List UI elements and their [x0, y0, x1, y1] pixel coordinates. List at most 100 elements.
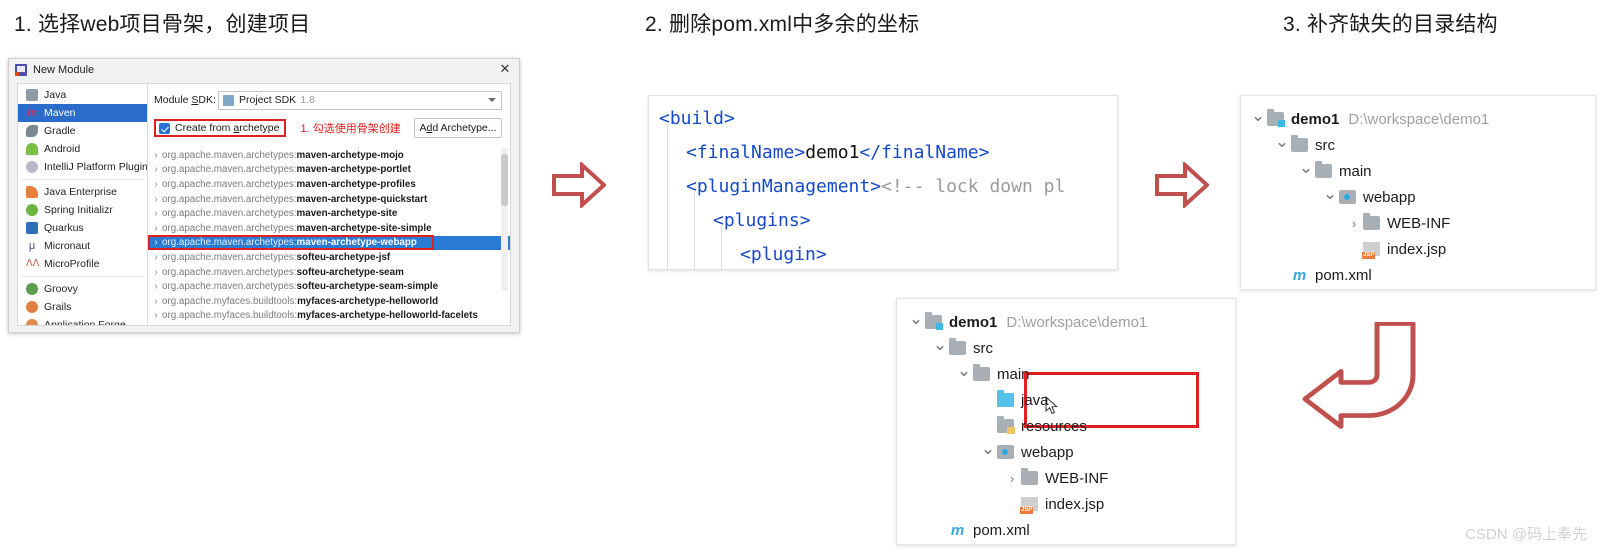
- category-item-label: Spring Initializr: [44, 204, 113, 216]
- chevron-right-icon[interactable]: ›: [150, 164, 162, 175]
- category-item-java-enterprise[interactable]: Java Enterprise: [18, 183, 147, 201]
- spring-icon: [26, 204, 38, 216]
- tree-node-label: main: [1339, 162, 1372, 180]
- chevron-right-icon[interactable]: ›: [150, 252, 162, 263]
- close-icon[interactable]: ✕: [497, 61, 513, 77]
- category-item-quarkus[interactable]: Quarkus: [18, 219, 147, 237]
- tree-node-label: src: [1315, 136, 1335, 154]
- create-from-archetype-checkbox[interactable]: [159, 122, 170, 134]
- category-item-intellij-platform-plugin[interactable]: IntelliJ Platform Plugin: [18, 158, 147, 176]
- category-item-android[interactable]: Android: [18, 140, 147, 158]
- archetype-group-id: org.apache.maven.archetypes:: [162, 237, 297, 249]
- tree-node-src[interactable]: ⌄ src: [931, 335, 993, 361]
- archetype-group-id: org.apache.maven.archetypes:: [162, 281, 297, 293]
- chevron-down-icon[interactable]: ⌄: [1273, 132, 1291, 152]
- archetype-artifact-id: maven-archetype-webapp: [296, 237, 417, 249]
- archetype-row[interactable]: › org.apache.maven.archetypes: softeu-arch…: [148, 279, 510, 294]
- chevron-right-icon[interactable]: ›: [150, 267, 162, 278]
- chevron-right-icon[interactable]: ›: [150, 150, 162, 161]
- chevron-right-icon[interactable]: ›: [150, 310, 162, 321]
- tree-node-label: demo1: [1291, 110, 1340, 128]
- tree-node-index-jsp[interactable]: index.jsp: [1345, 236, 1446, 262]
- archetype-artifact-id: maven-archetype-quickstart: [296, 193, 428, 205]
- chevron-right-icon[interactable]: ›: [150, 296, 162, 307]
- chevron-down-icon[interactable]: ⌄: [907, 309, 925, 329]
- code-lines: <build> <finalName>demo1</finalName> <plug…: [649, 96, 1117, 269]
- category-item-spring-initializr[interactable]: Spring Initializr: [18, 201, 147, 219]
- chevron-right-icon[interactable]: ›: [1345, 216, 1363, 231]
- folder-icon: [1363, 213, 1380, 230]
- dialog-titlebar: New Module ✕: [9, 59, 519, 81]
- step-1-heading: 1. 选择web项目骨架，创建项目: [14, 13, 311, 36]
- category-item-label: Java Enterprise: [44, 186, 117, 198]
- app-forge-icon: [26, 319, 38, 325]
- tree-node-index-jsp[interactable]: index.jsp: [1003, 491, 1104, 517]
- tree-node-java[interactable]: java: [979, 387, 1049, 413]
- chevron-right-icon[interactable]: ›: [150, 223, 162, 234]
- code-line: <plugin>: [659, 238, 1117, 269]
- tree-node-web-inf[interactable]: › WEB-INF: [1003, 465, 1108, 491]
- category-item-microprofile[interactable]: ΛΛ MicroProfile: [18, 255, 147, 273]
- archetype-row[interactable]: › org.apache.maven.archetypes: softeu-arch…: [148, 265, 510, 280]
- tree-node-pom-xml[interactable]: m pom.xml: [931, 517, 1030, 543]
- archetype-row[interactable]: › org.apache.maven.archetypes: maven-arche…: [148, 148, 510, 163]
- tree-node-demo1[interactable]: ⌄ demo1 D:\workspace\demo1: [907, 309, 1147, 335]
- category-item-grails[interactable]: Grails: [18, 298, 147, 316]
- add-archetype-button[interactable]: Add Archetype...: [414, 118, 502, 138]
- archetype-group-id: org.apache.maven.archetypes:: [162, 193, 297, 205]
- archetype-list[interactable]: › org.apache.maven.archetypes: maven-arche…: [148, 148, 510, 325]
- chevron-right-icon[interactable]: ›: [150, 237, 162, 248]
- archetype-row[interactable]: › org.apache.maven.archetypes: maven-arche…: [148, 177, 510, 192]
- archetype-row[interactable]: ›org.apache.myfaces.buildtools:myfaces-a…: [148, 309, 510, 324]
- chevron-down-icon[interactable]: ⌄: [931, 335, 949, 355]
- chevron-right-icon[interactable]: ›: [150, 208, 162, 219]
- tree-node-pom-xml[interactable]: m pom.xml: [1273, 262, 1372, 288]
- chevron-down-icon[interactable]: ⌄: [1321, 184, 1339, 204]
- chevron-down-icon[interactable]: ⌄: [1297, 158, 1315, 178]
- category-item-micronaut[interactable]: μ Micronaut: [18, 237, 147, 255]
- archetype-row[interactable]: › org.apache.maven.archetypes: maven-arche…: [148, 206, 510, 221]
- module-category-list[interactable]: Java m Maven Gradle Android IntelliJ Platform…: [18, 84, 148, 325]
- archetype-group-id: org.apache.maven.archetypes:: [162, 178, 297, 190]
- archetype-row[interactable]: › org.apache.maven.archetypes: maven-arche…: [148, 221, 510, 236]
- chevron-down-icon[interactable]: [488, 97, 496, 102]
- category-item-application-forge[interactable]: Application Forge: [18, 316, 147, 325]
- webapp-folder-icon: [1339, 190, 1356, 204]
- tree-node-src[interactable]: ⌄ src: [1273, 132, 1335, 158]
- category-item-maven[interactable]: m Maven: [18, 104, 147, 122]
- category-item-java[interactable]: Java: [18, 86, 147, 104]
- tree-node-label: java: [1021, 391, 1049, 409]
- category-item-label: Groovy: [44, 283, 78, 295]
- project-tree-after[interactable]: ⌄ demo1 D:\workspace\demo1 ⌄ src ⌄ main ⌄ webapp…: [1240, 95, 1596, 290]
- chevron-down-icon[interactable]: ⌄: [979, 439, 997, 459]
- archetype-row[interactable]: › org.apache.maven.archetypes: softeu-arch…: [148, 250, 510, 265]
- category-item-groovy[interactable]: Groovy: [18, 280, 147, 298]
- category-separator: [22, 179, 143, 180]
- archetype-scrollbar-thumb[interactable]: [501, 154, 508, 206]
- tree-node-main[interactable]: ⌄ main: [1297, 158, 1372, 184]
- chevron-right-icon[interactable]: ›: [150, 194, 162, 205]
- chevron-right-icon[interactable]: ›: [1003, 471, 1021, 486]
- tree-node-label: index.jsp: [1045, 495, 1105, 513]
- category-item-label: Micronaut: [44, 240, 91, 252]
- chevron-down-icon[interactable]: ⌄: [1249, 106, 1267, 126]
- tree-node-main[interactable]: ⌄ main: [955, 361, 1030, 387]
- archetype-row[interactable]: › org.apache.maven.archetypes: maven-arche…: [148, 235, 510, 251]
- archetype-row[interactable]: ›org.apache.myfaces.buildtools:myfaces-a…: [148, 323, 510, 326]
- module-sdk-combobox[interactable]: Project SDK 1.8: [218, 90, 502, 110]
- tree-node-resources[interactable]: resources: [979, 413, 1087, 439]
- tree-node-webapp[interactable]: ⌄ webapp: [1321, 184, 1416, 210]
- java-source-folder-icon: [997, 390, 1014, 407]
- chevron-right-icon[interactable]: ›: [150, 281, 162, 292]
- project-tree-before[interactable]: ⌄ demo1 D:\workspace\demo1 ⌄ src ⌄ main java res…: [896, 298, 1236, 545]
- archetype-row[interactable]: ›org.apache.myfaces.buildtools:myfaces-a…: [148, 294, 510, 309]
- archetype-row[interactable]: › org.apache.maven.archetypes: maven-arche…: [148, 163, 510, 178]
- tree-node-demo1[interactable]: ⌄ demo1 D:\workspace\demo1: [1249, 106, 1489, 132]
- chevron-down-icon[interactable]: ⌄: [955, 361, 973, 381]
- tree-node-web-inf[interactable]: › WEB-INF: [1345, 210, 1450, 236]
- chevron-right-icon[interactable]: ›: [150, 179, 162, 190]
- tree-node-webapp[interactable]: ⌄ webapp: [979, 439, 1074, 465]
- archetype-row[interactable]: › org.apache.maven.archetypes: maven-arche…: [148, 192, 510, 207]
- archetype-artifact-id: softeu-archetype-seam-simple: [296, 281, 439, 293]
- category-item-gradle[interactable]: Gradle: [18, 122, 147, 140]
